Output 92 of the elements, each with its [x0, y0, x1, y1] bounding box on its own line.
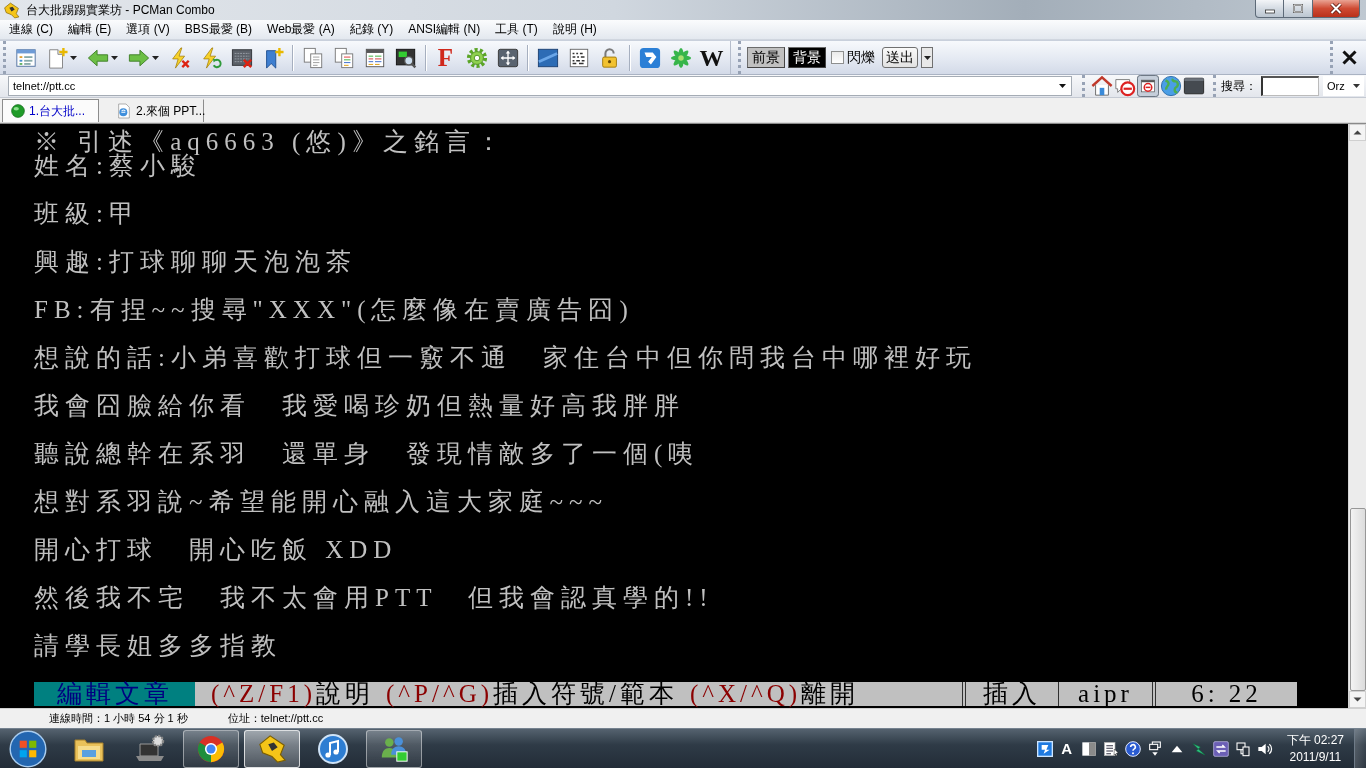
circle-logo-icon — [196, 733, 226, 764]
clock-date: 2011/9/11 — [1289, 748, 1342, 766]
pages-icon[interactable] — [332, 46, 355, 69]
screen-magnifier-icon[interactable] — [394, 46, 417, 69]
console-window-icon[interactable] — [1183, 75, 1205, 97]
shortcut-hint: (^X/^Q)離開 — [690, 682, 860, 706]
document-list-icon[interactable] — [1102, 740, 1119, 757]
caret-icon — [923, 55, 931, 60]
exchange-arrows-icon[interactable] — [1212, 740, 1229, 757]
lightning-icon[interactable] — [1190, 740, 1207, 757]
logo-tile-icon[interactable] — [638, 46, 661, 69]
taskbar-button[interactable] — [244, 729, 300, 768]
app-logo-icon — [3, 1, 20, 19]
move-arrows-icon[interactable] — [496, 46, 519, 69]
window-title: 台大批踢踢實業坊 - PCMan Combo — [26, 1, 215, 19]
caret-icon[interactable] — [70, 55, 77, 60]
screen-cross-icon[interactable] — [230, 46, 253, 69]
sphere-icon — [11, 104, 25, 118]
globe-icon[interactable] — [1160, 75, 1182, 97]
search-field[interactable] — [1261, 76, 1319, 96]
letter-button[interactable]: W — [699, 45, 724, 70]
menu-item[interactable]: 編輯 (E) — [62, 21, 118, 38]
terminal-line: 我會囧臉給你看 我愛喝珍奶但熱量好高我胖胖 — [34, 394, 685, 418]
window-text-icon[interactable] — [363, 46, 386, 69]
help-icon[interactable] — [1124, 740, 1141, 757]
prohibited-window-icon[interactable] — [1137, 75, 1159, 97]
network-icon[interactable] — [1234, 740, 1251, 757]
terminal-line: 請學長姐多多指教 — [34, 634, 282, 658]
checkbox[interactable] — [831, 51, 844, 64]
app-logo-icon — [257, 733, 287, 764]
terminal-line: 想說的話:小弟喜歡打球但一竅不通 家住台中但你問我台中哪裡好玩 — [34, 346, 977, 370]
status-field: aipr — [1058, 682, 1152, 706]
minimize-button[interactable] — [1255, 0, 1284, 18]
terminal-line: 聽說總幹在系羽 還單身 發現情敵多了一個(咦 — [34, 442, 700, 466]
caret-icon[interactable] — [152, 55, 159, 60]
music-note-icon[interactable] — [317, 732, 349, 765]
home-icon[interactable] — [1091, 75, 1113, 97]
terminal-line: 興趣:打球聊聊天泡泡茶 — [34, 250, 357, 274]
letter-button[interactable]: F — [437, 45, 454, 70]
search-label: 搜尋： — [1221, 77, 1257, 95]
close-icon[interactable] — [1342, 50, 1357, 65]
scroll-down-icon[interactable] — [1349, 691, 1366, 708]
menu-item[interactable]: ANSI編輯 (N) — [402, 21, 487, 38]
input-mode-indicator[interactable]: A — [1058, 740, 1075, 757]
menu-item[interactable]: 說明 (H) — [546, 21, 603, 38]
shortcut-hint: (^Z/F1)說明 — [211, 682, 374, 706]
web-page-icon — [116, 103, 132, 119]
close-icon — [1330, 3, 1342, 14]
menu-item[interactable]: BBS最愛 (B) — [178, 21, 259, 38]
terminal-line: 開心打球 開心吃飯 XDD — [34, 538, 398, 562]
input-method-icon[interactable] — [1036, 740, 1053, 757]
window-list-icon[interactable] — [14, 46, 37, 69]
close-button[interactable] — [1313, 0, 1360, 18]
checkbox-label: 閃爍 — [847, 48, 875, 67]
character-grid-icon[interactable] — [567, 46, 590, 69]
scroll-up-icon[interactable] — [1349, 124, 1366, 141]
color-button[interactable]: 前景 — [747, 47, 785, 68]
terminal-line: 姓名:蔡小駿 — [34, 154, 202, 178]
maximize-icon — [1293, 4, 1303, 13]
stacked-windows-icon[interactable] — [1146, 740, 1163, 757]
shortcut-hint: (^P/^G)插入符號/範本 — [386, 682, 678, 706]
terminal-line: 班級:甲 — [34, 202, 140, 226]
menu-item[interactable]: 選項 (V) — [120, 21, 176, 38]
show-desktop-button[interactable] — [1354, 728, 1366, 768]
caret-icon — [1352, 84, 1360, 88]
dropdown-button[interactable] — [921, 47, 933, 68]
scrollbar-thumb[interactable] — [1349, 508, 1366, 691]
quote-header: ※ 引述《aq6663 (悠)》之銘言： — [34, 130, 507, 154]
clock-time: 下午 02:27 — [1286, 731, 1344, 749]
copy-icon[interactable] — [301, 46, 324, 69]
gear-icon[interactable] — [465, 46, 488, 69]
menu-item[interactable]: Web最愛 (A) — [261, 21, 341, 38]
taskbar-button[interactable] — [183, 729, 239, 768]
connection-time: 連線時間：1 小時 54 分 1 秒 — [49, 711, 188, 726]
menu-item[interactable]: 連線 (C) — [3, 21, 59, 38]
tab[interactable]: 1.台大批... — [2, 99, 99, 122]
start-orb-icon[interactable] — [9, 729, 47, 768]
taskbar-button[interactable] — [366, 729, 422, 768]
menu-item[interactable]: 工具 (T) — [489, 21, 544, 38]
address-text: 位址：telnet://ptt.cc — [227, 711, 324, 726]
search-engine-dropdown[interactable]: Orz — [1323, 76, 1364, 96]
terminal-line: 想對系羽說~希望能開心融入這大家庭~~~ — [34, 490, 609, 514]
terminal-line: 然後我不宅 我不太會用PTT 但我會認真學的!! — [34, 586, 714, 610]
terminal-line: FB:有捏~~搜尋"XXX"(怎麼像在賣廣告囧) — [34, 298, 634, 322]
menu-item[interactable]: 紀錄 (Y) — [343, 21, 400, 38]
color-button[interactable]: 背景 — [788, 47, 826, 68]
half-square-icon[interactable] — [1080, 740, 1097, 757]
caret-icon[interactable] — [111, 55, 118, 60]
screen-icon[interactable] — [536, 46, 559, 69]
maximize-button[interactable] — [1284, 0, 1313, 18]
send-button[interactable]: 送出 — [882, 47, 918, 68]
editor-mode: 編輯文章 — [34, 682, 195, 706]
